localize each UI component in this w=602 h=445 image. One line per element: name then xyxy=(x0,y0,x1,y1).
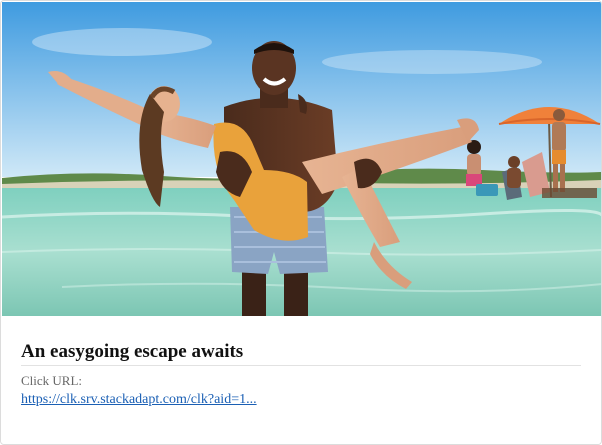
ad-headline: An easygoing escape awaits xyxy=(21,341,244,362)
beach-photo xyxy=(2,2,601,316)
hero-image[interactable] xyxy=(2,2,601,316)
divider xyxy=(21,365,581,366)
ad-card: An easygoing escape awaits Click URL: ht… xyxy=(0,0,602,445)
ad-body: An easygoing escape awaits Click URL: ht… xyxy=(1,317,601,444)
click-url-label: Click URL: xyxy=(21,373,83,388)
click-url-link[interactable]: https://clk.srv.stackadapt.com/clk?aid=1… xyxy=(21,392,257,408)
